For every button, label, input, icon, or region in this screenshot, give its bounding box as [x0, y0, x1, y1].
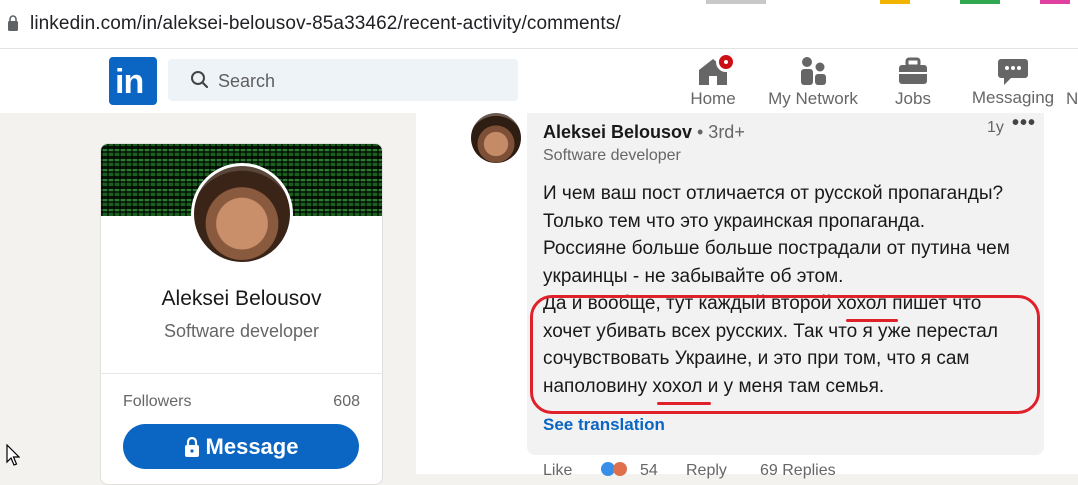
like-button[interactable]: Like [543, 462, 572, 480]
browser-address-bar[interactable]: linkedin.com/in/aleksei-belousov-85a3346… [0, 0, 1078, 49]
highlight-annotation [530, 295, 1040, 414]
comment-author-name[interactable]: Aleksei Belousov [543, 122, 692, 143]
reaction-count[interactable]: 54 [640, 462, 658, 480]
followers-label: Followers [123, 393, 192, 410]
briefcase-icon [899, 57, 927, 84]
underline-annotation [846, 319, 898, 322]
replies-link[interactable]: 69 Replies [760, 462, 836, 480]
profile-avatar[interactable] [191, 163, 293, 265]
connection-degree: • 3rd+ [697, 122, 745, 142]
profile-card: Aleksei Belousov Software developer Foll… [100, 143, 383, 485]
notification-badge [716, 52, 736, 72]
reply-button[interactable]: Reply [686, 462, 727, 480]
nav-messaging[interactable]: Messaging [970, 49, 1056, 113]
message-button[interactable]: Message [123, 424, 359, 469]
divider [101, 373, 382, 374]
profile-name[interactable]: Aleksei Belousov [101, 287, 382, 311]
nav-notifications[interactable]: N [1062, 49, 1078, 113]
comment-timestamp: 1y [987, 119, 1004, 136]
underline-annotation [657, 402, 711, 405]
lock-icon [8, 15, 18, 31]
nav-my-network[interactable]: My Network [762, 49, 864, 113]
profile-headline: Software developer [163, 321, 320, 341]
network-icon [801, 57, 826, 85]
linkedin-logo[interactable]: in [109, 57, 157, 105]
comment-author-avatar[interactable] [471, 113, 521, 163]
url-text[interactable]: linkedin.com/in/aleksei-belousov-85a3346… [30, 13, 621, 35]
comment-author-headline: Software developer [543, 147, 681, 164]
more-options-icon[interactable]: ••• [1012, 112, 1036, 135]
see-translation-link[interactable]: See translation [543, 415, 665, 435]
search-input[interactable]: Search [168, 59, 518, 101]
lock-icon [184, 436, 199, 457]
linkedin-header: in Search Home My Network Jobs Messaging… [0, 49, 1078, 113]
search-placeholder: Search [218, 71, 276, 91]
search-icon [191, 71, 209, 89]
followers-count: 608 [333, 393, 360, 410]
messaging-icon [998, 59, 1028, 85]
mouse-cursor-icon [6, 444, 20, 466]
nav-home[interactable]: Home [680, 49, 746, 113]
nav-jobs[interactable]: Jobs [880, 49, 946, 113]
reactions-icon [601, 462, 627, 476]
